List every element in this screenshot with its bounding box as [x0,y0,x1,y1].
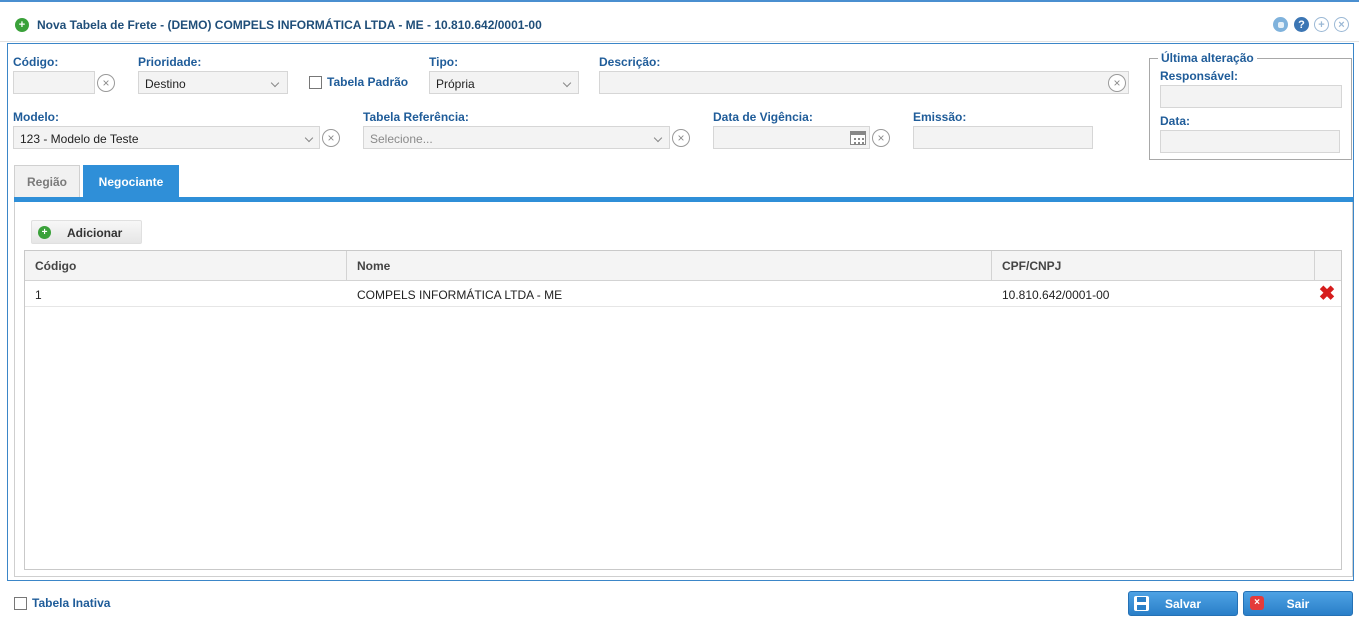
delete-x-icon[interactable]: ✖ [1318,284,1336,304]
save-button-label: Salvar [1164,597,1202,611]
chevron-down-icon[interactable] [561,78,573,90]
codigo-label: Código: [13,55,59,69]
codigo-field[interactable] [13,71,95,94]
cell-codigo: 1 [35,288,42,302]
tab-negociante[interactable]: Negociante [83,165,179,197]
column-header-nome[interactable]: Nome [347,251,992,281]
chevron-down-icon[interactable] [652,133,664,145]
ultima-alteracao-legend: Última alteração [1158,51,1257,65]
table-row[interactable]: 1 COMPELS INFORMÁTICA LTDA - ME 10.810.6… [25,281,1341,307]
data-field [1160,130,1340,153]
tabela-inativa-checkbox[interactable] [14,597,27,610]
prioridade-label: Prioridade: [138,55,202,69]
responsavel-field [1160,85,1342,108]
modelo-label: Modelo: [13,110,59,124]
descricao-label: Descrição: [599,55,661,69]
exit-button[interactable]: × Sair [1243,591,1353,616]
chevron-down-icon[interactable] [269,78,281,90]
add-button-label: Adicionar [67,226,123,240]
help-icon[interactable]: ? [1294,17,1309,32]
data-vigencia-clear-icon[interactable]: × [872,129,890,147]
prioridade-select[interactable]: Destino [138,71,288,94]
minimize-icon[interactable] [1273,17,1288,32]
freight-table-window: + Nova Tabela de Frete - (DEMO) COMPELS … [0,0,1359,621]
window-title: Nova Tabela de Frete - (DEMO) COMPELS IN… [37,18,542,32]
codigo-clear-icon[interactable]: × [97,74,115,92]
add-circle-icon: + [38,226,51,239]
title-bar: + Nova Tabela de Frete - (DEMO) COMPELS … [0,4,1359,42]
tabela-referencia-label: Tabela Referência: [363,110,469,124]
emissao-field [913,126,1093,149]
chevron-down-icon[interactable] [303,133,315,145]
exit-button-label: Sair [1286,597,1310,611]
grid-header: Código Nome CPF/CNPJ [25,251,1341,281]
cell-cpf-cnpj: 10.810.642/0001-00 [1002,288,1110,302]
add-button[interactable]: + Adicionar [31,220,142,244]
descricao-field[interactable] [599,71,1129,94]
data-label: Data: [1160,114,1191,128]
calendar-icon[interactable] [850,131,866,145]
responsavel-label: Responsável: [1160,69,1239,83]
modelo-clear-icon[interactable]: × [322,129,340,147]
close-icon[interactable]: × [1334,17,1349,32]
cell-nome: COMPELS INFORMÁTICA LTDA - ME [357,288,563,302]
save-button[interactable]: Salvar [1128,591,1238,616]
tabela-padrao-label[interactable]: Tabela Padrão [327,75,408,89]
tabela-referencia-select[interactable]: Selecione... [363,126,670,149]
tabela-inativa-label[interactable]: Tabela Inativa [32,596,110,610]
column-header-cpf-cnpj[interactable]: CPF/CNPJ [992,251,1315,281]
tipo-select[interactable]: Própria [429,71,579,94]
maximize-icon[interactable]: + [1314,17,1329,32]
tab-regiao[interactable]: Região [14,165,80,197]
negociante-grid: Código Nome CPF/CNPJ 1 COMPELS INFORMÁTI… [24,250,1342,570]
emissao-label: Emissão: [913,110,967,124]
modelo-select[interactable]: 123 - Modelo de Teste [13,126,320,149]
tabela-referencia-clear-icon[interactable]: × [672,129,690,147]
descricao-clear-icon[interactable]: × [1108,74,1126,92]
tabela-padrao-checkbox[interactable] [309,76,322,89]
tipo-label: Tipo: [429,55,459,69]
data-vigencia-field[interactable] [713,126,870,149]
add-circle-icon: + [15,18,29,32]
data-vigencia-label: Data de Vigência: [713,110,813,124]
column-header-codigo[interactable]: Código [25,251,347,281]
